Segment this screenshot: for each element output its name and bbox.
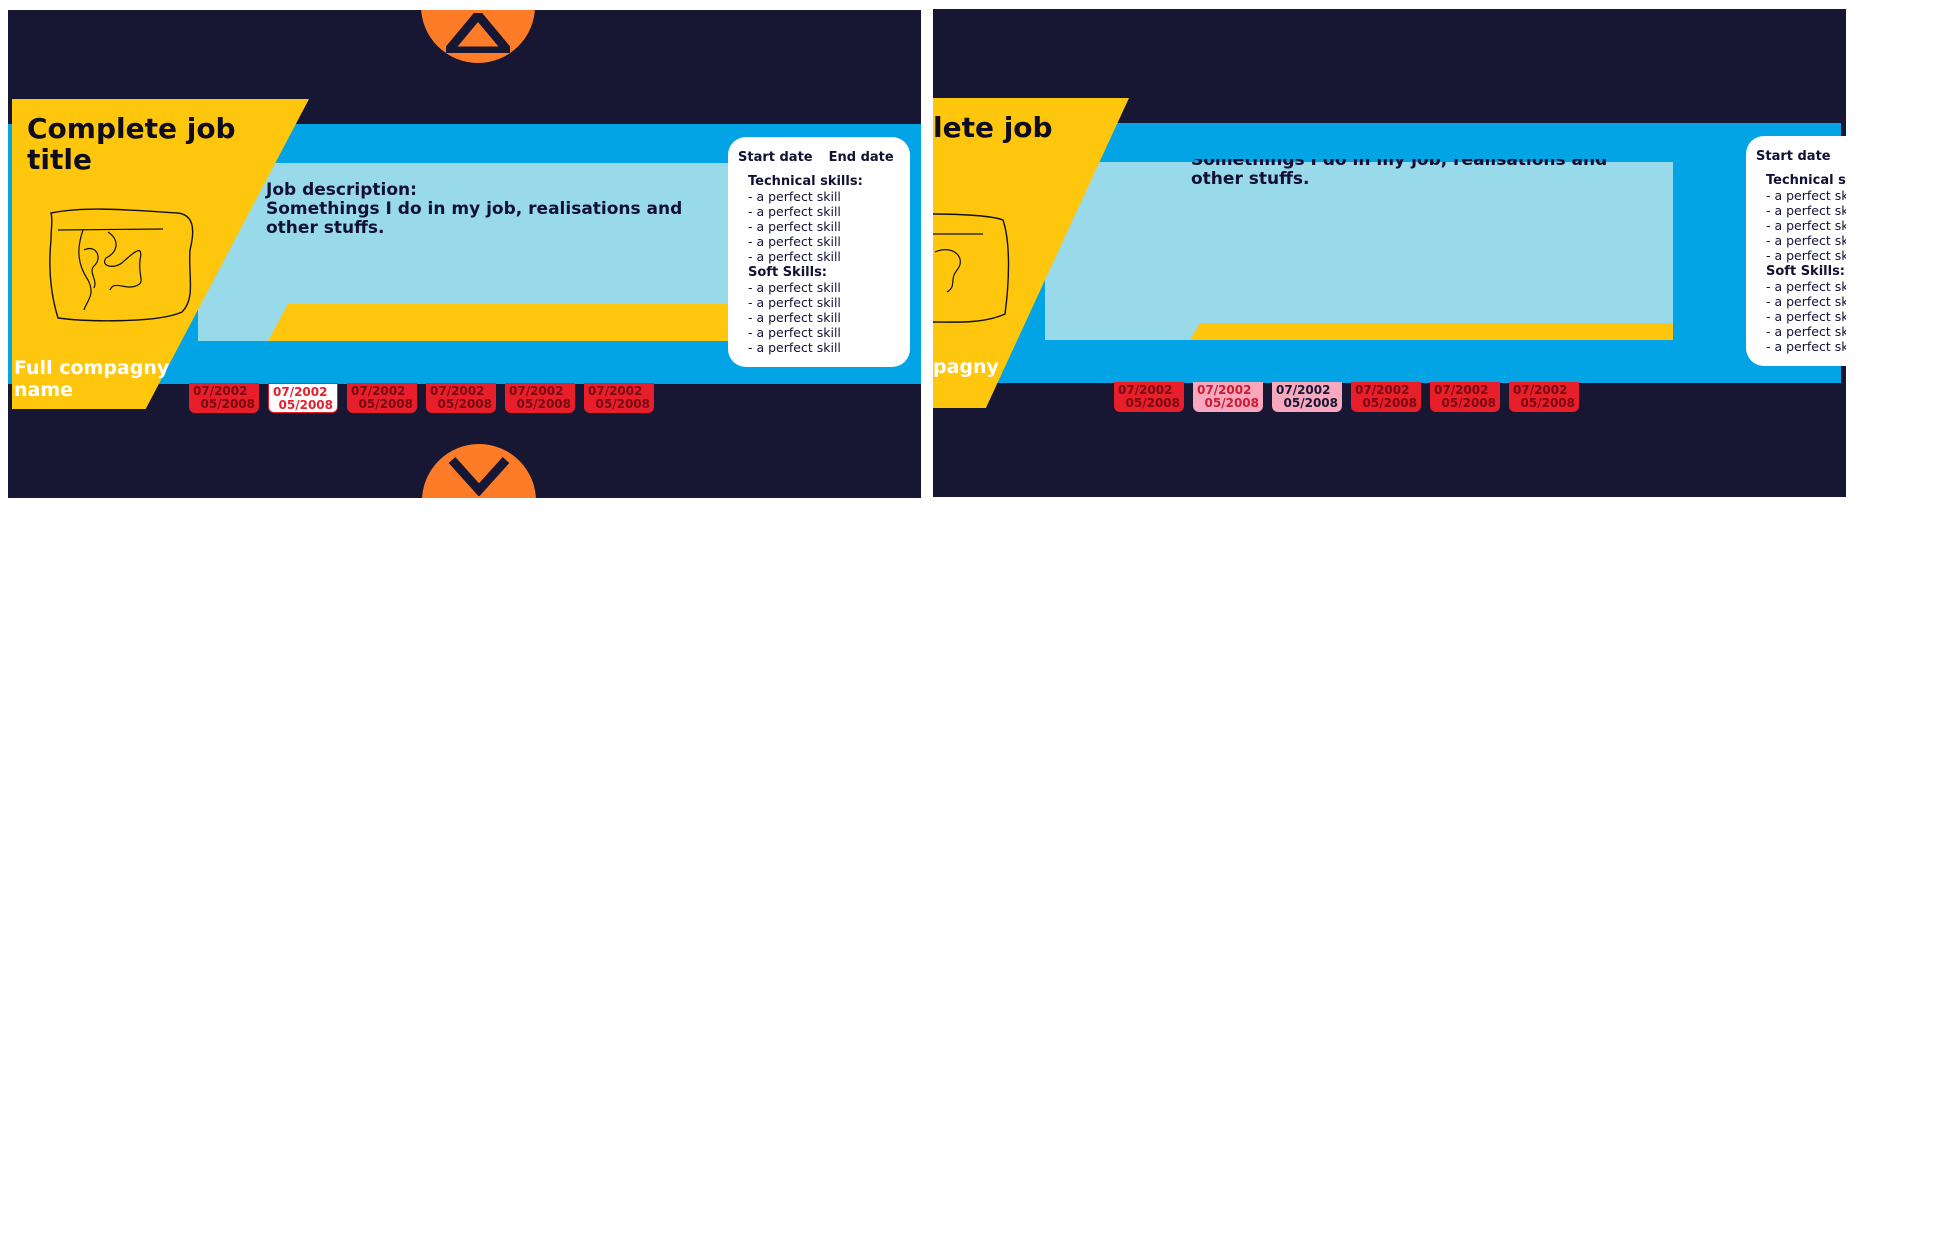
company-logo-sketch-partial: [933, 213, 1010, 323]
company-name: Full compagny name: [14, 357, 170, 401]
timeline-tab-active[interactable]: 07/2002 05/2008: [268, 383, 338, 413]
job-title-partial: lete job: [933, 111, 1053, 144]
timeline-tabs: 07/2002 05/2008 07/2002 05/2008 07/2002 05/…: [1114, 382, 1579, 412]
skill-item: - a perfect skill: [748, 234, 841, 250]
timeline-tabs: 07/2002 05/2008 07/2002 05/2008 07/2002 05/…: [189, 383, 654, 413]
technical-skills-title: Technical s: [1766, 173, 1846, 188]
timeline-tab[interactable]: 07/2002 05/2008: [584, 383, 654, 413]
job-title: Complete job title: [27, 112, 236, 176]
yellow-band: [268, 304, 734, 341]
skill-item: - a perfect sk: [1766, 203, 1846, 219]
previous-button[interactable]: [421, 10, 535, 63]
skill-item: - a perfect skill: [748, 249, 841, 265]
skill-item: - a perfect skill: [748, 340, 841, 356]
end-date-label: End date: [828, 150, 894, 165]
skill-item: - a perfect sk: [1766, 323, 1846, 339]
triangle-up-icon: [446, 13, 510, 53]
job-description: Job description: Somethings I do in my j…: [266, 180, 683, 238]
skills-list-partial: Technical s - a perfect sk - a perfect s…: [1766, 173, 1846, 354]
timeline-tab-hover[interactable]: 07/2002 05/2008: [1193, 382, 1263, 412]
skill-item: - a perfect skill: [748, 324, 841, 340]
company-logo-sketch: [49, 208, 194, 322]
timeline-tab[interactable]: 07/2002 05/2008: [1509, 382, 1579, 412]
timeline-tab[interactable]: 07/2002 05/2008: [1430, 382, 1500, 412]
company-name-partial: pagny: [933, 356, 999, 378]
timeline-tab[interactable]: 07/2002 05/2008: [505, 383, 575, 413]
timeline-tab[interactable]: 07/2002 05/2008: [426, 383, 496, 413]
chevron-down-icon: [448, 456, 510, 496]
skill-item: - a perfect skill: [748, 279, 841, 295]
soft-skills-title: Soft Skills:: [748, 264, 828, 280]
skills-card: Start date End date Technical skills: - a…: [728, 137, 910, 367]
skill-item: - a perfect skill: [748, 294, 841, 310]
start-date-label: Start date: [1756, 149, 1831, 164]
skill-item: - a perfect sk: [1766, 188, 1846, 204]
skill-item: - a perfect sk: [1766, 293, 1846, 309]
yellow-band: [1190, 323, 1673, 340]
date-header: Start date End date: [738, 150, 910, 165]
skills-list: Technical skills: - a perfect skill - a …: [748, 174, 863, 355]
technical-skills-title: Technical skills:: [748, 174, 863, 189]
skill-item: - a perfect sk: [1766, 248, 1846, 264]
timeline-tab[interactable]: 07/2002 05/2008: [347, 383, 417, 413]
experience-slide-right: lete job pagny Somethings I do in my job…: [933, 9, 1846, 497]
skill-item: - a perfect sk: [1766, 278, 1846, 294]
experience-slide-left: Complete job title Full compagny name Jo…: [8, 10, 921, 498]
skill-item: - a perfect sk: [1766, 339, 1846, 355]
skill-item: - a perfect sk: [1766, 218, 1846, 234]
soft-skills-title: Soft Skills:: [1766, 263, 1846, 279]
timeline-tab[interactable]: 07/2002 05/2008: [1114, 382, 1184, 412]
skill-item: - a perfect skill: [748, 219, 841, 235]
skill-item: - a perfect sk: [1766, 308, 1846, 324]
timeline-tab-selected[interactable]: 07/2002 05/2008: [1272, 382, 1342, 412]
next-button[interactable]: [422, 444, 536, 498]
skill-item: - a perfect skill: [748, 189, 841, 205]
timeline-tab[interactable]: 07/2002 05/2008: [1351, 382, 1421, 412]
skill-item: - a perfect skill: [748, 204, 841, 220]
skills-card-partial: Start date Technical s - a perfect sk - …: [1746, 136, 1846, 366]
timeline-tab[interactable]: 07/2002 05/2008: [189, 383, 259, 413]
skill-item: - a perfect sk: [1766, 233, 1846, 249]
start-date-label: Start date: [738, 150, 813, 165]
skill-item: - a perfect skill: [748, 309, 841, 325]
